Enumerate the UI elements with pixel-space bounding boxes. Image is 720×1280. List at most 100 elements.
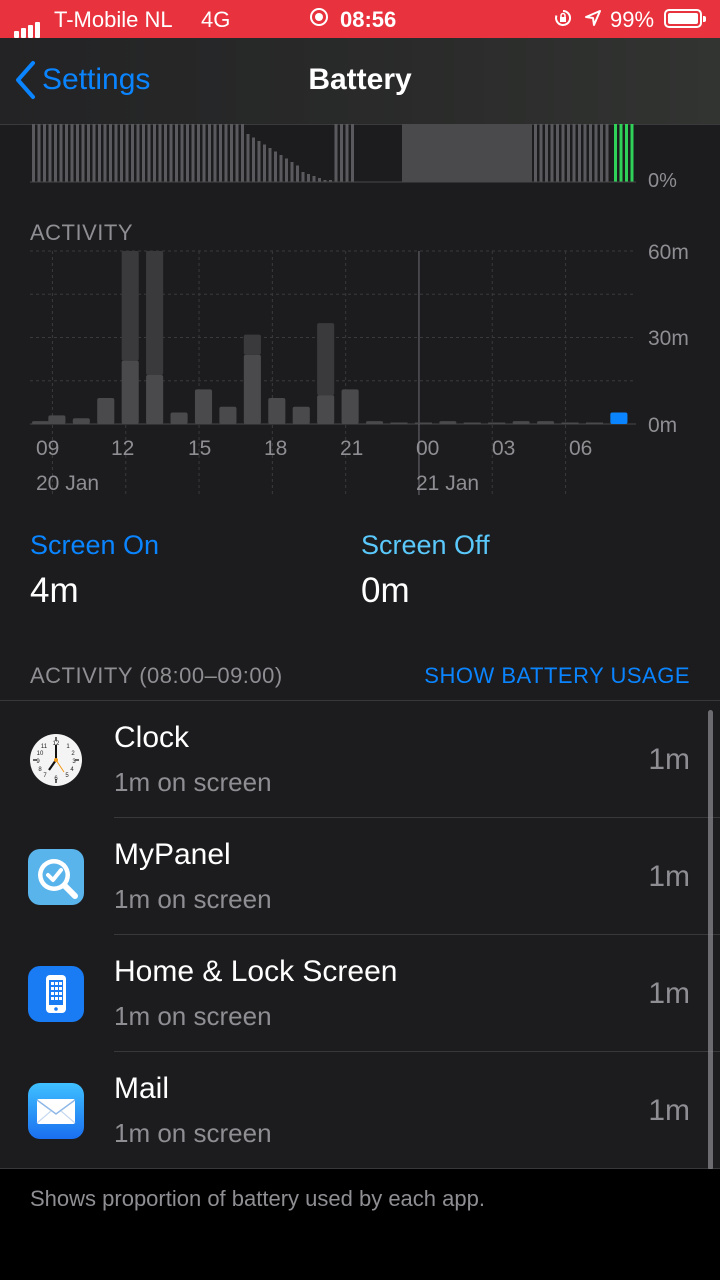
battery-level-bar xyxy=(158,124,162,182)
battery-level-bar xyxy=(318,178,321,182)
footer: Shows proportion of battery used by each… xyxy=(0,1169,720,1280)
battery-level-bar xyxy=(191,124,195,182)
list-item[interactable]: Mail 1m on screen 1m xyxy=(0,1052,720,1169)
date-label-21-jan: 21 Jan xyxy=(416,472,479,495)
battery-level-bar xyxy=(241,124,244,182)
activity-bar-screen-on xyxy=(97,398,115,424)
app-name: Home & Lock Screen xyxy=(114,955,398,988)
battery-level-bar xyxy=(48,124,52,182)
page-title: Battery xyxy=(308,63,412,96)
activity-bar-screen-off xyxy=(317,323,335,396)
battery-level-bar xyxy=(169,124,173,182)
x-tick-label: 09 xyxy=(36,437,59,460)
activity-section-title: ACTIVITY (08:00–09:00) xyxy=(30,663,283,688)
battery-level-bar xyxy=(65,124,68,182)
screen-on-value: 4m xyxy=(30,571,79,610)
x-tick-label: 21 xyxy=(340,437,363,460)
scrollbar[interactable] xyxy=(708,710,713,1170)
footer-note: Shows proportion of battery used by each… xyxy=(30,1186,485,1211)
activity-bar-screen-on xyxy=(537,421,555,424)
battery-level-bar xyxy=(153,124,156,182)
battery-level-bar xyxy=(202,124,206,182)
activity-chart-svg: 60m 30m 0m 09 12 15 18 21 00 03 06 20 Ja… xyxy=(30,241,689,495)
battery-level-hatched-area xyxy=(402,124,532,182)
list-item[interactable]: 12 1 2 345 678 9 10 11 Clock 1m on screen 1m xyxy=(0,701,720,818)
app-activity-list: 12 1 2 345 678 9 10 11 Clock 1m on screen 1m xyxy=(0,701,720,1169)
battery-level-bar xyxy=(257,141,261,182)
activity-bar-screen-off xyxy=(121,251,139,361)
activity-bar-screen-on xyxy=(292,406,310,424)
battery-level-bar xyxy=(589,124,592,182)
battery-level-bar xyxy=(131,124,134,182)
y-axis-label-60m: 60m xyxy=(648,241,689,264)
battery-level-bar xyxy=(252,137,255,182)
activity-section-header: ACTIVITY (08:00–09:00) SHOW BATTERY USAG… xyxy=(0,640,720,701)
battery-level-bar-charging xyxy=(619,124,623,182)
battery-level-bar xyxy=(334,124,338,182)
activity-bar-screen-on xyxy=(317,395,335,424)
app-detail: 1m on screen xyxy=(114,767,272,797)
activity-bar-screen-on xyxy=(170,412,188,424)
battery-level-bar xyxy=(92,124,96,182)
battery-level-bar xyxy=(534,124,537,182)
battery-level-bar xyxy=(312,176,316,182)
carrier-label: T-Mobile NL xyxy=(54,7,173,32)
app-detail: 1m on screen xyxy=(114,1001,272,1031)
screen-off-label: Screen Off xyxy=(361,530,490,560)
activity-bar-screen-on xyxy=(439,421,457,424)
navigation-bar: Settings Battery xyxy=(0,38,720,125)
activity-bar-screen-on xyxy=(72,418,90,424)
battery-level-bar-charging xyxy=(614,124,617,182)
battery-level-bar xyxy=(230,124,233,182)
battery-level-bar xyxy=(268,148,272,182)
activity-bar-empty xyxy=(585,422,604,424)
battery-level-bar xyxy=(37,124,41,182)
rotation-lock-icon xyxy=(555,9,572,26)
x-tick-label: 18 xyxy=(264,437,287,460)
list-item[interactable]: Home & Lock Screen 1m on screen 1m xyxy=(0,935,720,1052)
activity-bar-screen-on xyxy=(219,406,237,424)
battery-level-bar xyxy=(605,124,609,182)
battery-level-bar xyxy=(567,124,570,182)
battery-icon xyxy=(664,9,706,28)
x-tick-label: 06 xyxy=(569,437,592,460)
date-label-20-jan: 20 Jan xyxy=(36,472,99,495)
svg-text:10: 10 xyxy=(37,751,44,757)
battery-level-bar xyxy=(351,124,354,182)
battery-level-bar xyxy=(120,124,123,182)
battery-level-bar xyxy=(545,124,548,182)
battery-level-bar xyxy=(550,124,554,182)
clock-icon: 12 1 2 345 678 9 10 11 xyxy=(28,732,84,788)
app-name: Mail xyxy=(114,1072,170,1105)
screen-recording-icon xyxy=(310,8,328,26)
battery-level-bar xyxy=(235,124,239,182)
list-item[interactable]: MyPanel 1m on screen 1m xyxy=(0,818,720,935)
x-tick-label: 00 xyxy=(416,437,439,460)
battery-level-bar xyxy=(70,124,74,182)
activity-bar-screen-on xyxy=(48,415,66,424)
y-axis-label-0m: 0m xyxy=(648,414,677,437)
status-bar: T-Mobile NL 4G 08:56 99% xyxy=(0,0,720,38)
activity-bar-screen-off xyxy=(243,334,261,355)
battery-level-bar xyxy=(54,124,57,182)
activity-bar-screen-on xyxy=(32,421,50,424)
battery-level-bar xyxy=(219,124,222,182)
battery-level-bar xyxy=(142,124,145,182)
x-tick-label: 12 xyxy=(111,437,134,460)
battery-percent: 99% xyxy=(610,7,655,32)
screen-on-stat: Screen On 4m xyxy=(30,530,159,611)
battery-level-bar xyxy=(180,124,184,182)
x-tick-label: 03 xyxy=(492,437,515,460)
signal-icon xyxy=(14,12,42,38)
activity-bar-screen-on xyxy=(121,360,139,424)
battery-level-bar xyxy=(340,124,343,182)
battery-level-bar xyxy=(345,124,349,182)
y-axis-label-30m: 30m xyxy=(648,327,689,350)
battery-level-bar xyxy=(103,124,107,182)
battery-level-bar xyxy=(59,124,63,182)
mail-icon xyxy=(28,1083,84,1139)
show-battery-usage-button[interactable]: SHOW BATTERY USAGE xyxy=(424,663,690,689)
battery-level-bar xyxy=(164,124,167,182)
battery-level-axis-label: 0% xyxy=(648,170,677,192)
battery-level-bar xyxy=(572,124,576,182)
